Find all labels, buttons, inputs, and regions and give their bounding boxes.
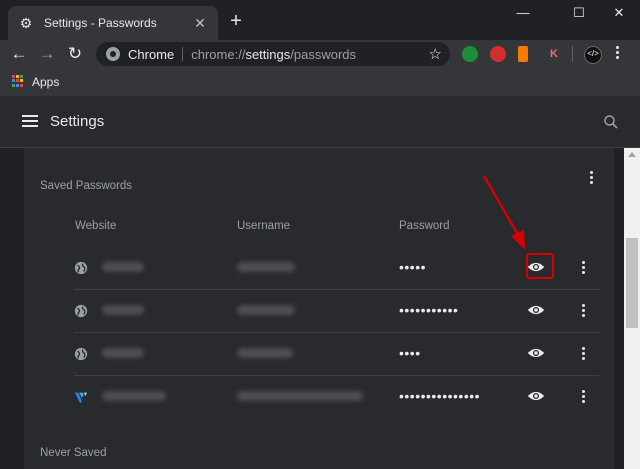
column-header-website: Website: [75, 220, 117, 232]
minimize-button[interactable]: —: [500, 0, 546, 28]
toolbar-divider: [572, 46, 573, 62]
search-icon[interactable]: [602, 113, 620, 131]
bookmarks-bar: Apps: [0, 68, 640, 97]
row-menu-icon[interactable]: [581, 304, 585, 318]
extension-red-hand-icon[interactable]: [490, 46, 506, 62]
gear-icon: ⚙: [19, 15, 33, 31]
username-redacted: [237, 391, 363, 401]
bookmark-star-icon[interactable]: ☆: [429, 45, 442, 63]
password-row: ••••: [74, 333, 599, 376]
forward-button[interactable]: →: [36, 43, 58, 65]
apps-bookmark[interactable]: Apps: [32, 75, 59, 89]
omnibox-chrome-label: Chrome: [128, 46, 175, 62]
chrome-logo-icon: [106, 47, 120, 61]
scroll-thumb[interactable]: [626, 238, 638, 328]
passwords-card: Saved Passwords Website Username Passwor…: [24, 148, 614, 469]
apps-grid-icon[interactable]: [12, 75, 24, 87]
scroll-up-arrow-icon[interactable]: [628, 152, 636, 157]
password-mask: •••••••••••••••: [399, 388, 481, 404]
never-saved-heading: Never Saved: [40, 447, 107, 459]
extension-k-icon[interactable]: K: [546, 46, 562, 62]
column-header-username: Username: [237, 220, 291, 232]
password-mask: ••••: [399, 345, 421, 361]
reload-button[interactable]: ↻: [64, 43, 86, 65]
scrollbar[interactable]: [624, 148, 640, 469]
show-password-eye-icon[interactable]: [527, 303, 545, 317]
password-row: •••••••••••••••: [74, 376, 599, 418]
vultr-logo-icon: [74, 392, 88, 404]
back-button[interactable]: ←: [8, 43, 30, 65]
tab-title: Settings - Passwords: [44, 16, 157, 30]
tab-settings-passwords[interactable]: ⚙ Settings - Passwords ✕: [8, 6, 218, 40]
address-bar[interactable]: Chrome chrome://settings/passwords ☆: [96, 42, 450, 66]
globe-icon: [74, 304, 88, 318]
username-redacted: [237, 305, 295, 315]
password-mask: •••••••••••: [399, 302, 459, 318]
saved-passwords-heading: Saved Passwords: [40, 180, 133, 192]
row-menu-icon[interactable]: [581, 347, 585, 361]
password-row: •••••: [74, 247, 599, 290]
highlight-box: [526, 253, 554, 279]
title-bar: ⚙ Settings - Passwords ✕ + — ☐ ✕: [0, 0, 640, 40]
row-menu-icon[interactable]: [581, 390, 585, 404]
website-redacted: [102, 348, 144, 358]
settings-content: Saved Passwords Website Username Passwor…: [0, 148, 624, 469]
column-header-password: Password: [399, 220, 450, 232]
website-redacted: [102, 391, 166, 401]
saved-passwords-menu-icon[interactable]: [589, 171, 593, 185]
username-redacted: [237, 348, 293, 358]
close-tab-icon[interactable]: ✕: [192, 15, 208, 31]
username-redacted: [237, 262, 295, 272]
password-mask: •••••: [399, 259, 427, 275]
close-window-button[interactable]: ✕: [598, 0, 640, 28]
page-title: Settings: [50, 113, 105, 130]
website-redacted: [102, 305, 144, 315]
row-menu-icon[interactable]: [581, 261, 585, 275]
globe-icon: [74, 261, 88, 275]
browser-toolbar: ← → ↻ Chrome chrome://settings/passwords…: [0, 40, 640, 68]
omnibox-divider: [182, 47, 184, 61]
browser-menu-icon[interactable]: [616, 46, 620, 62]
password-row: •••••••••••: [74, 290, 599, 333]
extension-green-icon[interactable]: [462, 46, 478, 62]
show-password-eye-icon[interactable]: [527, 346, 545, 360]
new-tab-button[interactable]: +: [226, 11, 246, 32]
website-redacted: [102, 262, 144, 272]
globe-icon: [74, 347, 88, 361]
menu-icon[interactable]: [22, 115, 38, 127]
settings-header: Settings: [0, 97, 640, 148]
dev-tools-extension-icon[interactable]: </>: [584, 46, 602, 64]
extension-orange-icon[interactable]: [518, 46, 528, 62]
url-text: chrome://settings/passwords: [191, 46, 356, 62]
maximize-button[interactable]: ☐: [556, 0, 602, 28]
show-password-eye-icon[interactable]: [527, 389, 545, 403]
